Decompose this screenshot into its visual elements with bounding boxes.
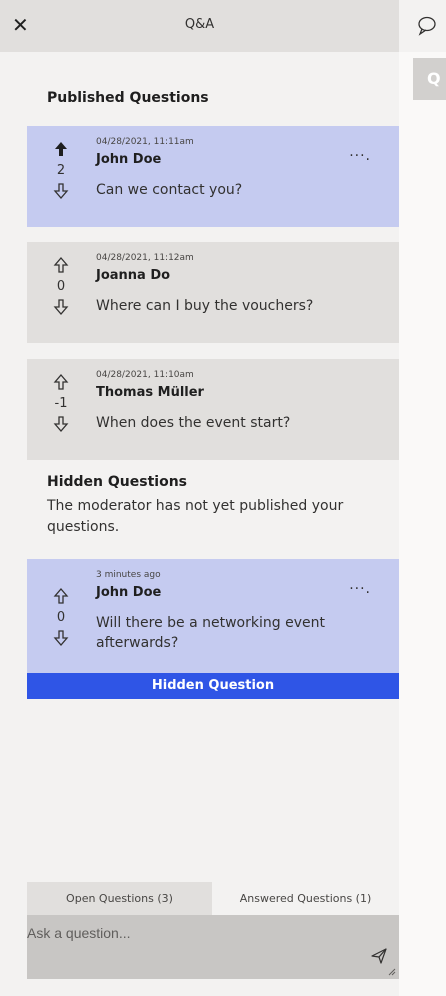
question-card: 0 04/28/2021, 11:12am Joanna Do Where ca… <box>27 242 399 343</box>
downvote-icon[interactable] <box>51 415 71 433</box>
question-author: Joanna Do <box>96 268 171 283</box>
published-questions-heading: Published Questions <box>47 90 209 106</box>
downvote-icon[interactable] <box>51 629 71 647</box>
qa-header: ✕ Q&A <box>0 0 399 52</box>
vote-controls: 2 <box>27 126 95 227</box>
question-author: Thomas Müller <box>96 385 204 400</box>
question-author: John Doe <box>96 585 162 600</box>
hidden-question-banner: Hidden Question <box>27 673 399 699</box>
upvote-filled-icon[interactable] <box>51 140 71 158</box>
right-sidebar-tab[interactable]: Q <box>413 58 446 100</box>
vote-controls: 0 <box>27 559 95 673</box>
right-sidebar-header <box>399 0 446 52</box>
question-card: -1 04/28/2021, 11:10am Thomas Müller Whe… <box>27 359 399 460</box>
question-author: John Doe <box>96 152 162 167</box>
vote-count: 0 <box>56 610 66 625</box>
vote-count: 0 <box>56 279 66 294</box>
vote-controls: 0 <box>27 242 95 343</box>
upvote-icon[interactable] <box>51 256 71 274</box>
question-tabs: Open Questions (3) Answered Questions (1… <box>27 882 399 915</box>
vote-controls: -1 <box>27 359 95 460</box>
question-time: 04/28/2021, 11:11am <box>96 137 194 147</box>
upvote-icon[interactable] <box>51 373 71 391</box>
vote-count: 2 <box>56 163 66 178</box>
question-text: Where can I buy the vouchers? <box>96 298 314 314</box>
right-sidebar: Q <box>399 0 446 996</box>
hidden-questions-description: The moderator has not yet published your… <box>47 498 344 535</box>
question-card: 2 04/28/2021, 11:11am John Doe Can we co… <box>27 126 399 227</box>
question-text: Will there be a networking event afterwa… <box>96 615 325 651</box>
question-time: 3 minutes ago <box>96 570 161 580</box>
question-text: When does the event start? <box>96 415 291 431</box>
ask-question-box <box>27 915 399 979</box>
question-time: 04/28/2021, 11:10am <box>96 370 194 380</box>
resize-grip-icon[interactable] <box>388 968 396 976</box>
tab-open-questions[interactable]: Open Questions (3) <box>27 882 212 915</box>
send-icon[interactable] <box>371 948 387 964</box>
question-time: 04/28/2021, 11:12am <box>96 253 194 263</box>
tab-answered-questions[interactable]: Answered Questions (1) <box>212 882 399 915</box>
upvote-icon[interactable] <box>51 587 71 605</box>
qa-panel: ✕ Q&A Published Questions 2 04/28/2021, … <box>0 0 399 996</box>
downvote-icon[interactable] <box>51 182 71 200</box>
more-options-icon[interactable]: ···. <box>349 581 371 597</box>
vote-count: -1 <box>54 396 68 411</box>
page-title: Q&A <box>184 17 215 32</box>
hidden-questions-heading: Hidden Questions <box>47 474 187 490</box>
ask-question-input[interactable] <box>27 915 367 979</box>
question-text: Can we contact you? <box>96 182 243 198</box>
chat-question-icon[interactable] <box>416 14 438 36</box>
question-card: 0 3 minutes ago John Doe Will there be a… <box>27 559 399 673</box>
more-options-icon[interactable]: ···. <box>349 148 371 164</box>
downvote-icon[interactable] <box>51 298 71 316</box>
